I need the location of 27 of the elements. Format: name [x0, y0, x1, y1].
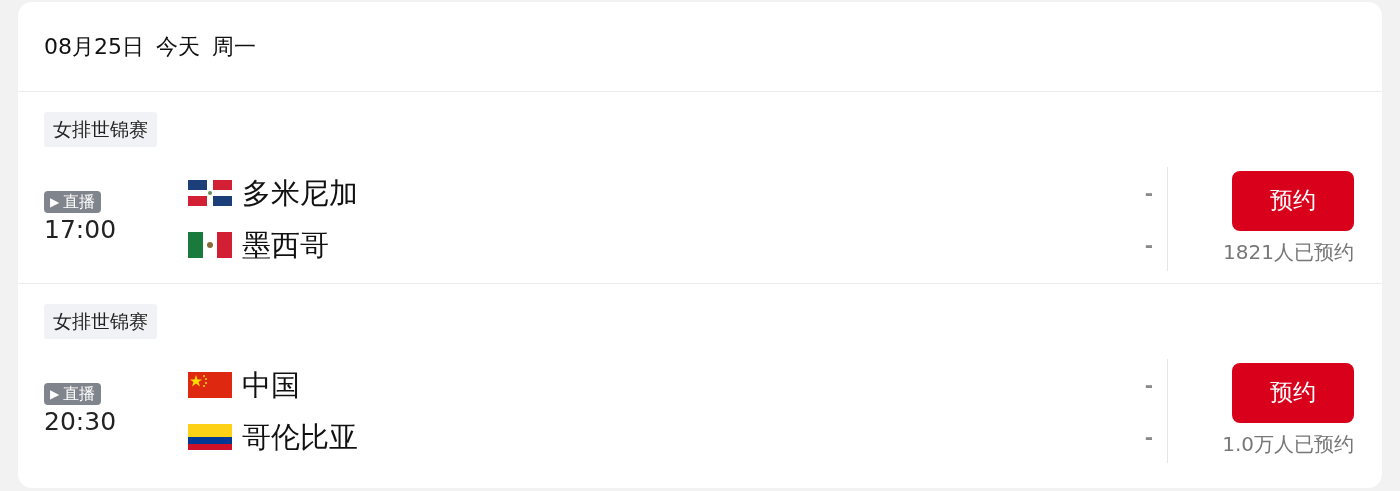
- live-label: 直播: [63, 190, 96, 213]
- play-glyph: ▶: [50, 385, 60, 403]
- flag-icon: [188, 231, 232, 258]
- live-label: 直播: [63, 382, 96, 405]
- match-time: 20:30: [44, 405, 117, 438]
- score-text: -: [1143, 423, 1155, 451]
- flag-icon: [188, 179, 232, 206]
- team-name: 多米尼加: [242, 174, 359, 212]
- league-tag: 女排世锦赛: [44, 112, 157, 147]
- league-tag: 女排世锦赛: [44, 304, 157, 339]
- date-text: 08月25日: [44, 33, 144, 61]
- reserve-button[interactable]: 预约: [1232, 170, 1354, 231]
- score-text: -: [1143, 231, 1155, 259]
- flag-icon: [188, 423, 232, 450]
- score-text: -: [1143, 179, 1155, 207]
- score-text: -: [1143, 371, 1155, 399]
- team-name: 墨西哥: [242, 226, 330, 264]
- reserve-button[interactable]: 预约: [1232, 362, 1354, 423]
- reservation-count: 1821人已预约: [1223, 238, 1354, 266]
- team-name: 中国: [242, 366, 301, 404]
- team-name: 哥伦比亚: [242, 418, 359, 456]
- match-time: 17:00: [44, 213, 117, 246]
- flag-icon: [188, 371, 232, 398]
- play-glyph: ▶: [50, 193, 60, 211]
- day-text: 今天: [156, 33, 200, 61]
- reservation-count: 1.0万人已预约: [1222, 430, 1354, 458]
- weekday-text: 周一: [212, 33, 256, 61]
